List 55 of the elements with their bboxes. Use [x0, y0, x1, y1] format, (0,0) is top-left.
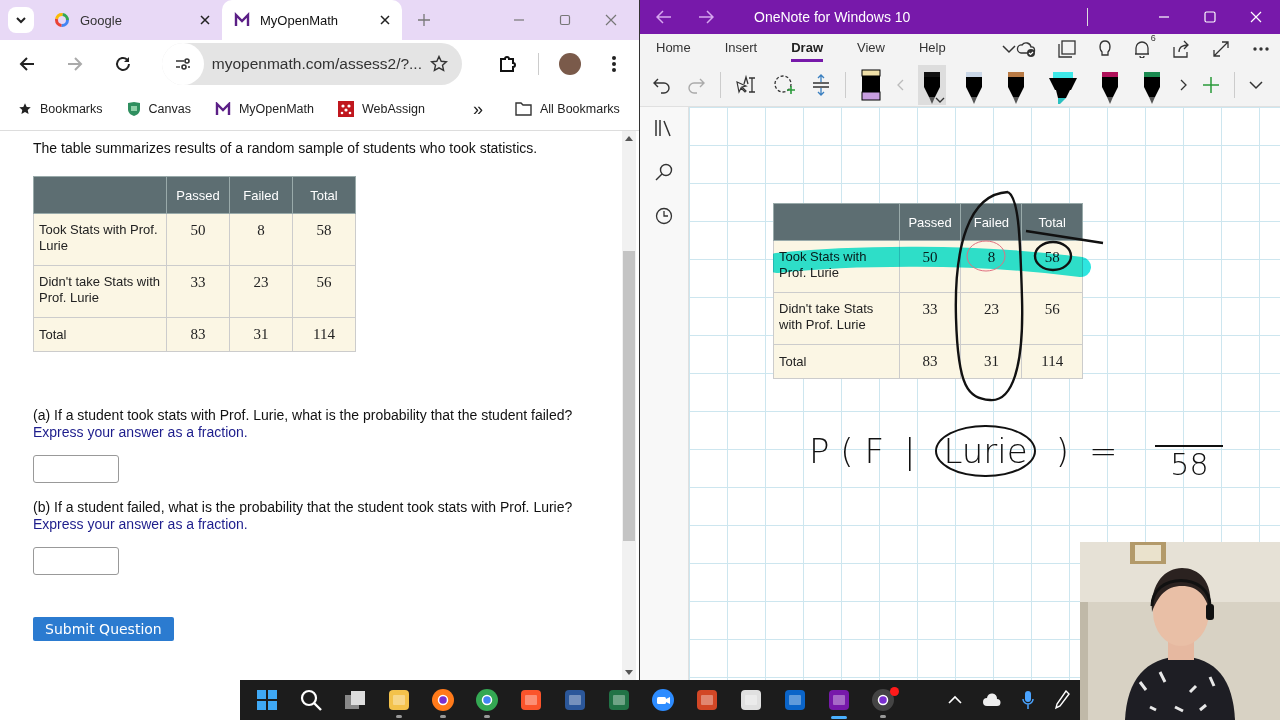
handwritten-text: 58 [1170, 447, 1209, 482]
table-cell: 83 [166, 317, 230, 352]
browser-tab[interactable]: MyOpenMath [222, 0, 402, 40]
row-label: Took Stats with Prof. Lurie [33, 213, 167, 266]
row-label: Total [33, 317, 167, 352]
bookmark[interactable]: All Bookmarks [514, 102, 620, 116]
row-label: Total [773, 344, 900, 379]
handwritten-text: P ( F [809, 430, 884, 471]
table-cell: 50 [166, 213, 230, 266]
ribbon-tab[interactable]: Insert [724, 36, 758, 62]
table-cell: 23 [229, 265, 293, 318]
row-label: Didn't take Stats with Prof. Lurie [773, 292, 900, 345]
ribbon-tab[interactable]: Draw [791, 36, 823, 62]
table-cell: 114 [292, 317, 356, 352]
question-text: (a) If a student took stats with Prof. Lurie, what is the probability that the student failed? Express your answer as a fraction. [33, 407, 573, 441]
table-cell: 8 [960, 240, 1022, 293]
submit-button[interactable]: Submit Question [33, 617, 174, 641]
column-header: Total [1021, 203, 1083, 241]
column-header: Failed [229, 176, 293, 214]
table-cell: 56 [1021, 292, 1083, 345]
bookmark[interactable]: MyOpenMath [214, 102, 314, 116]
table-cell: 33 [166, 265, 230, 318]
question-text: (b) If a student failed, what is the probability that the student took stats with Prof. Lurie? Express your answer as a fraction. [33, 499, 573, 533]
bookmark[interactable]: Canvas [126, 101, 191, 117]
ribbon-tab[interactable]: Home [656, 36, 691, 62]
column-header: Passed [166, 176, 230, 214]
intro-text: The table summarizes results of a random sample of students who took statistics. [33, 140, 539, 156]
window-title: OneNote for Windows 10 [754, 9, 911, 25]
bookmark[interactable]: WebAssign [337, 101, 425, 117]
table-cell: 58 [1021, 240, 1083, 293]
notification-count: 6 [1150, 33, 1156, 43]
tab-title: Google [80, 12, 123, 28]
address-bar[interactable]: myopenmath.com/assess2/?... [162, 43, 462, 85]
url-text: myopenmath.com/assess2/?... [211, 55, 422, 73]
handwritten-text: = [1088, 430, 1118, 471]
handwritten-text: ) [1055, 430, 1069, 471]
table-cell: 33 [899, 292, 961, 345]
table-cell: 58 [292, 213, 356, 266]
tab-title: MyOpenMath [260, 12, 340, 28]
browser-tab[interactable]: Google [42, 0, 222, 40]
ribbon-tab[interactable]: View [857, 36, 885, 62]
column-header: Passed [899, 203, 961, 241]
table-cell: 114 [1021, 344, 1083, 379]
table-cell: 31 [229, 317, 293, 352]
table-cell: 83 [899, 344, 961, 379]
row-label: Didn't take Stats with Prof. Lurie [33, 265, 167, 318]
table-cell: 50 [899, 240, 961, 293]
ribbon-tab[interactable]: Help [918, 36, 946, 62]
table-cell: 8 [229, 213, 293, 266]
more-bookmarks-button[interactable]: » [472, 98, 483, 120]
circled-handwriting: Lurie [935, 424, 1036, 477]
bookmark[interactable]: Bookmarks [18, 102, 103, 116]
handwritten-text: | [903, 430, 916, 471]
table-cell: 56 [292, 265, 356, 318]
column-header: Total [292, 176, 356, 214]
